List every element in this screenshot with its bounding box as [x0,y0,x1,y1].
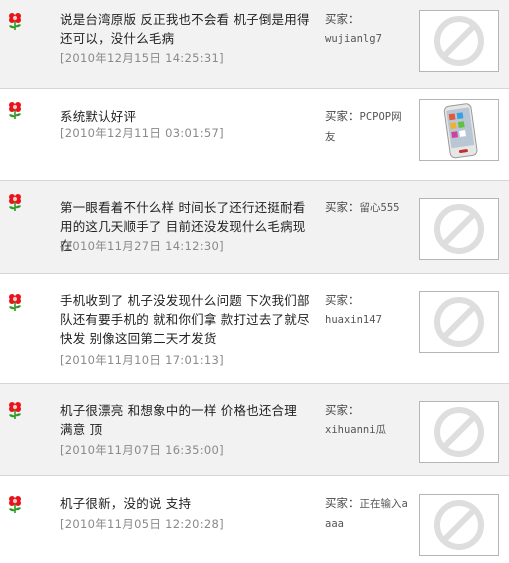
flower-icon [7,100,23,120]
product-thumbnail[interactable] [419,10,499,72]
review-comment: 说是台湾原版 反正我也不会看 机子倒是用得还可以，没什么毛病 [60,12,310,46]
no-image-icon [420,402,498,462]
review-row: 手机收到了 机子没发现什么问题 下次我们部队还有要手机的 就和你们拿 款打过去了… [0,274,509,384]
flower-icon [7,400,23,420]
review-row: 说是台湾原版 反正我也不会看 机子倒是用得还可以，没什么毛病 [2010年12月… [0,0,509,89]
buyer-label: 买家： [325,12,360,26]
buyer-name: xihuanni瓜 [325,424,387,436]
buyer-info: 买家： xihuanni瓜 [325,401,410,440]
review-comment: 系统默认好评 [60,109,137,124]
product-thumbnail[interactable] [419,198,499,260]
product-thumbnail[interactable] [419,291,499,353]
review-date: [2010年11月27日 14:12:30] [60,239,224,253]
review-comment: 机子很新，没的说 支持 [60,496,192,511]
no-image-icon [420,495,498,555]
flower-icon [7,11,23,31]
flower-icon [7,192,23,212]
flower-icon [7,494,23,514]
review-row: 第一眼看着不什么样 时间长了还行还挺耐看用的这几天顺手了 目前还没发现什么毛病现… [0,181,509,274]
no-image-icon [420,292,498,352]
product-thumbnail[interactable] [419,99,499,161]
flower-icon [7,292,23,312]
review-row: 机子很新，没的说 支持 [2010年11月05日 12:20:28] 买家：正在… [0,476,509,563]
review-comment: 手机收到了 机子没发现什么问题 下次我们部队还有要手机的 就和你们拿 款打过去了… [60,293,310,346]
buyer-label: 买家： [325,496,360,510]
no-image-icon [420,199,498,259]
review-date: [2010年11月07日 16:35:00] [60,443,224,457]
buyer-name: huaxin147 [325,314,382,326]
review-comment: 机子很漂亮 和想象中的一样 价格也还合理 满意 顶 [60,403,297,437]
review-date: [2010年11月10日 17:01:13] [60,353,224,367]
product-thumbnail[interactable] [419,401,499,463]
buyer-label: 买家： [325,293,360,307]
review-date: [2010年12月15日 14:25:31] [60,51,224,65]
no-image-icon [420,11,498,71]
buyer-label: 买家： [325,200,360,214]
buyer-name: wujianlg7 [325,33,382,45]
review-date: [2010年11月05日 12:20:28] [60,517,224,531]
review-row: 机子很漂亮 和想象中的一样 价格也还合理 满意 顶 [2010年11月07日 1… [0,384,509,476]
buyer-info: 买家：PCPOP网友 [325,107,410,147]
buyer-label: 买家： [325,109,360,123]
buyer-info: 买家：正在输入aaaa [325,494,410,534]
product-thumbnail[interactable] [419,494,499,556]
buyer-label: 买家： [325,403,360,417]
buyer-info: 买家：留心555 [325,198,410,218]
buyer-name: 留心555 [359,202,400,214]
phone-photo [420,100,498,160]
buyer-info: 买家： wujianlg7 [325,10,410,49]
review-date: [2010年12月11日 03:01:57] [60,126,224,140]
review-row: 系统默认好评 [2010年12月11日 03:01:57] 买家：PCPOP网友 [0,89,509,181]
buyer-info: 买家： huaxin147 [325,291,410,330]
review-list: 说是台湾原版 反正我也不会看 机子倒是用得还可以，没什么毛病 [2010年12月… [0,0,509,563]
